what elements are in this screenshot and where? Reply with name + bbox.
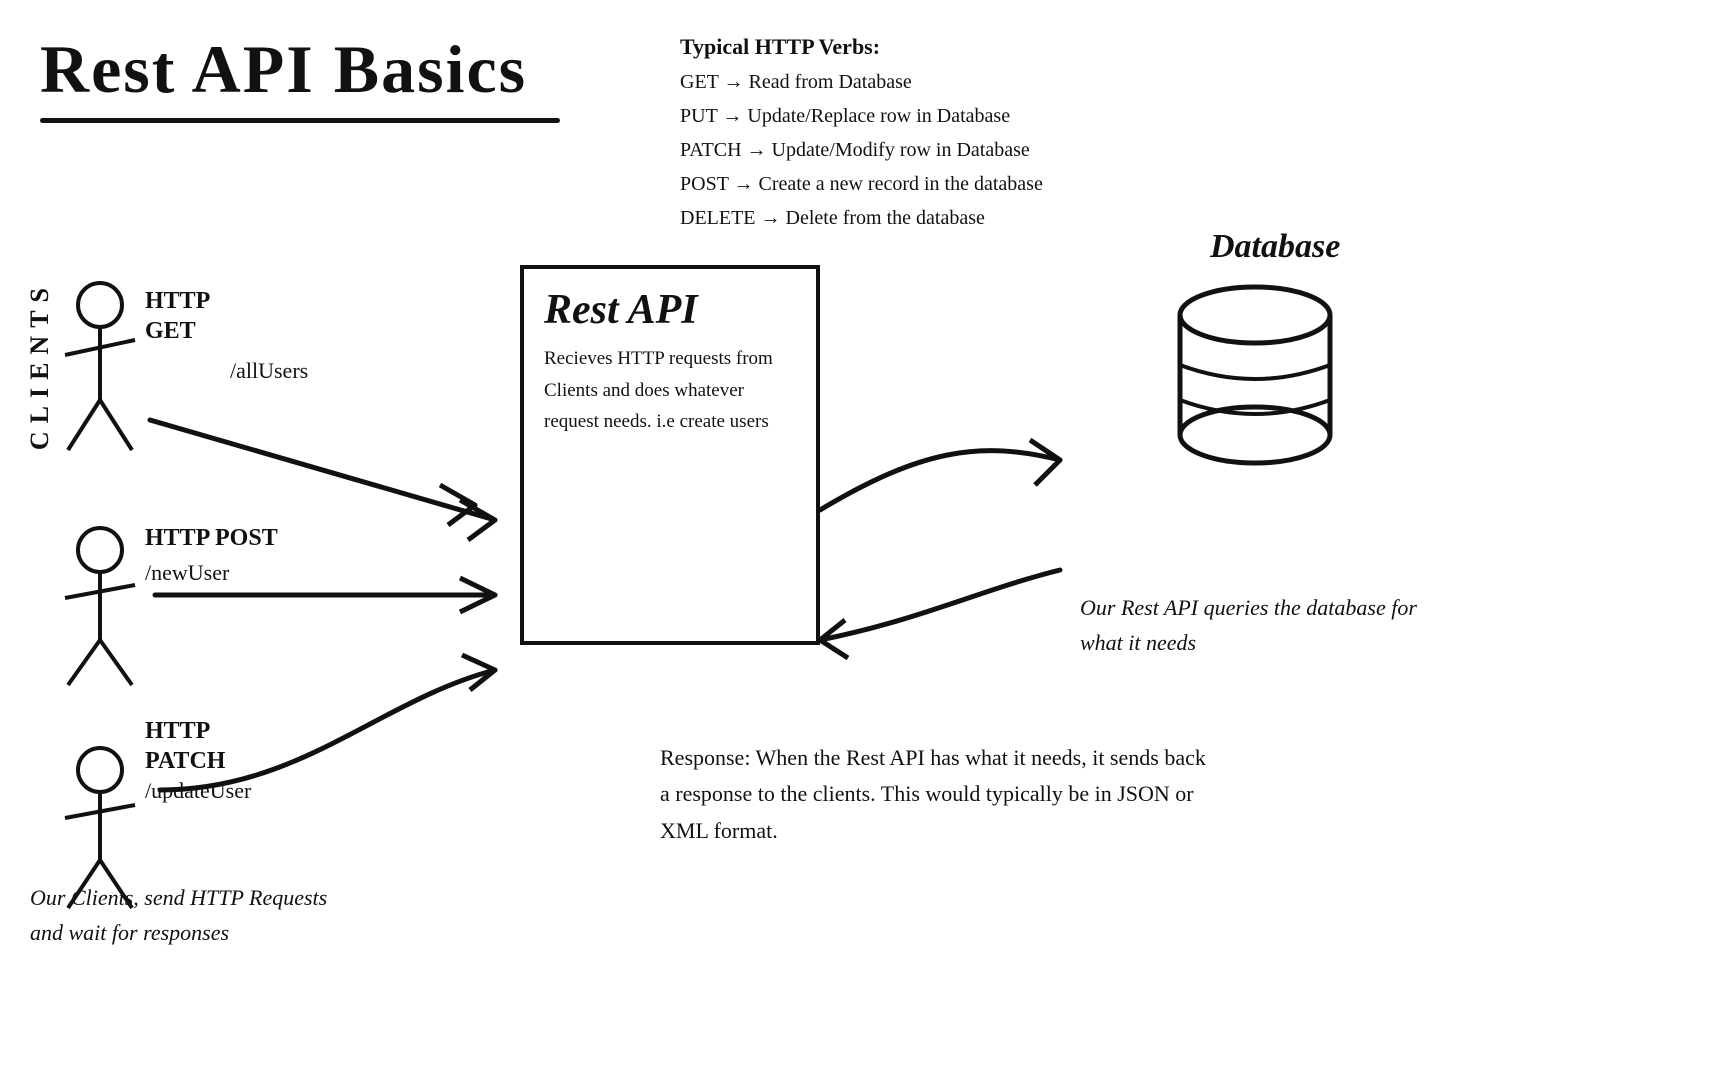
diagram-svg: HTTP GET /allUsers HTTP POST /newUser [0, 130, 1200, 955]
http-verb-put: PUT → Update/Replace row in Database [680, 99, 1043, 133]
svg-text:HTTP POST: HTTP POST [145, 525, 278, 551]
svg-text:/newUser: /newUser [145, 560, 230, 585]
http-verbs-heading: Typical HTTP Verbs: [680, 28, 1043, 65]
svg-text:HTTP: HTTP [145, 288, 210, 314]
svg-text:HTTP: HTTP [145, 718, 210, 744]
http-verb-get: GET → Read from Database [680, 65, 1043, 99]
svg-text:/allUsers: /allUsers [230, 358, 308, 383]
page: Rest API Basics Typical HTTP Verbs: GET … [0, 0, 1720, 1080]
title-underline [40, 118, 560, 123]
svg-text:PATCH: PATCH [145, 748, 226, 774]
database-label: Database [1210, 228, 1340, 266]
svg-text:GET: GET [145, 318, 196, 344]
page-title: Rest API Basics [40, 30, 527, 109]
